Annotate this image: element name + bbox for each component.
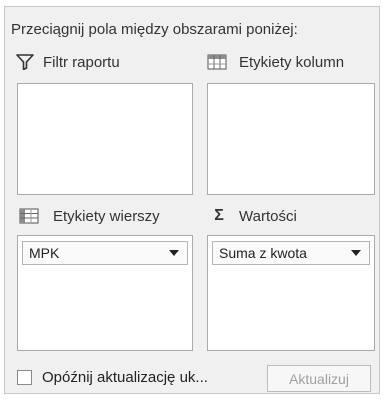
update-button[interactable]: Aktualizuj [267,365,371,392]
defer-update-checkbox[interactable] [17,370,32,385]
pivot-field-areas-panel: Przeciągnij pola między obszarami poniże… [4,6,380,394]
drag-instruction-text: Przeciągnij pola między obszarami poniże… [11,21,298,38]
column-labels-label: Etykiety kolumn [239,53,345,71]
row-field-mpk[interactable]: MPK [22,241,188,265]
chevron-down-icon[interactable] [169,250,179,256]
row-labels-header: Etykiety wierszy [17,205,160,227]
values-dropzone[interactable]: Suma z kwota [207,235,375,351]
row-field-mpk-label: MPK [29,245,60,261]
report-filter-dropzone[interactable] [17,83,193,195]
values-label: Wartości [239,207,297,225]
row-labels-dropzone[interactable]: MPK [17,235,193,351]
row-labels-label: Etykiety wierszy [53,207,160,225]
value-field-suma-z-kwota-label: Suma z kwota [219,245,307,261]
row-grid-icon [17,206,41,226]
column-labels-dropzone[interactable] [207,83,375,195]
report-filter-header: Filtr raportu [13,51,120,73]
column-labels-header: Etykiety kolumn [205,51,344,73]
defer-update-row[interactable]: Opóźnij aktualizację uk... [17,369,208,386]
chevron-down-icon[interactable] [351,250,361,256]
values-header: Σ Wartości [207,205,297,227]
defer-update-label: Opóźnij aktualizację uk... [42,369,208,386]
report-filter-label: Filtr raportu [43,53,120,71]
filter-funnel-icon [13,52,37,72]
sigma-icon: Σ [214,207,224,224]
value-field-suma-z-kwota[interactable]: Suma z kwota [212,241,370,265]
column-grid-icon [205,52,229,72]
